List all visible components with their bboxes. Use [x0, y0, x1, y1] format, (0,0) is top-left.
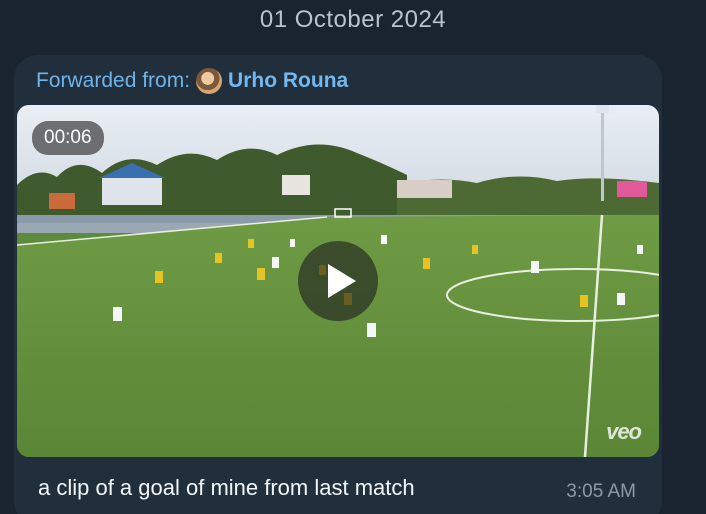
forwarded-sender-name[interactable]: Urho Rouna [228, 69, 348, 93]
veo-watermark: veo [606, 419, 642, 444]
message-bubble[interactable]: Forwarded from: Urho Rouna 00:06 veo a c… [14, 55, 662, 514]
video-thumbnail[interactable]: 00:06 veo [17, 105, 659, 457]
forwarded-header[interactable]: Forwarded from: Urho Rouna [36, 67, 348, 95]
play-icon [327, 264, 356, 298]
avatar[interactable] [196, 68, 223, 94]
message-time: 3:05 AM [566, 481, 636, 502]
play-button[interactable] [298, 241, 378, 321]
chat-view: 01 October 2024 Forwarded from: Urho Rou… [0, 0, 706, 514]
date-header: 01 October 2024 [259, 6, 447, 33]
message-caption: a clip of a goal of mine from last match [38, 475, 415, 500]
video-duration-badge: 00:06 [32, 121, 104, 155]
forwarded-label: Forwarded from: [36, 69, 191, 92]
